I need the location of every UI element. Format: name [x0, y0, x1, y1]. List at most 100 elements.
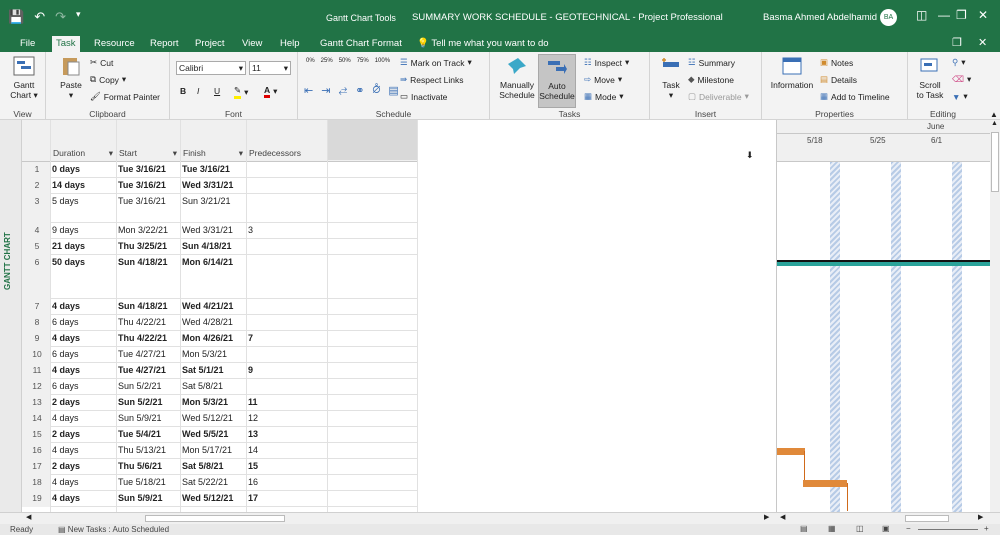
font-name-input[interactable]: Calibri ▾	[176, 61, 246, 75]
table-row[interactable]: 94 days Thu 4/22/21 Mon 4/26/21 7	[22, 331, 417, 347]
duration-cell[interactable]: 4 days	[50, 363, 116, 379]
start-cell[interactable]: Tue 3/16/21	[116, 194, 180, 223]
duration-cell[interactable]: 2 days	[50, 427, 116, 443]
close-icon[interactable]: ✕	[978, 8, 988, 22]
duration-cell[interactable]: 4 days	[50, 331, 116, 347]
finish-cell[interactable]: Sun 3/21/21	[180, 194, 246, 223]
finish-cell[interactable]: Mon 5/3/21	[180, 347, 246, 363]
predecessors-cell[interactable]	[246, 255, 336, 299]
chevron-down-icon[interactable]: ▾	[109, 146, 113, 160]
finish-cell[interactable]: Wed 5/5/21	[180, 427, 246, 443]
scroll-left-icon[interactable]: ◀	[26, 513, 31, 521]
gantt-chart-button[interactable]: Gantt Chart ▾	[8, 56, 40, 100]
split-icon[interactable]: ⥄	[338, 84, 347, 97]
table-row[interactable]: 11 4 days Tue 4/27/21 Sat 5/1/21 9	[22, 363, 417, 379]
finish-cell[interactable]: Sat 5/1/21	[180, 363, 246, 379]
start-cell[interactable]: Tue 3/16/21	[116, 178, 180, 194]
table-row[interactable]: 19 4 days Sun 5/9/21 Wed 5/12/21 17	[22, 491, 417, 507]
table-row[interactable]: 18 4 days Tue 5/18/21 Sat 5/22/21 16	[22, 475, 417, 491]
finish-cell[interactable]: Mon 5/3/21	[180, 395, 246, 411]
vertical-scrollbar[interactable]: ▲	[990, 120, 1000, 512]
duration-cell[interactable]: 50 days	[50, 255, 116, 299]
table-row[interactable]: 2 14 days Tue 3/16/21 Wed 3/31/21	[22, 178, 417, 194]
font-color-button[interactable]: A ▾	[264, 85, 277, 98]
move-button[interactable]: ⇨ Move ▾	[584, 74, 622, 85]
start-cell[interactable]: Thu 4/22/21	[116, 331, 180, 347]
column-header-finish[interactable]: Finish ▾	[180, 146, 246, 160]
scroll-to-task-button[interactable]: Scroll to Task	[912, 56, 948, 100]
auto-schedule-button[interactable]: Auto Schedule	[538, 54, 576, 108]
start-cell[interactable]: Sun 5/2/21	[116, 395, 180, 411]
customize-qat-icon[interactable]: ▾	[76, 9, 81, 25]
column-header-start[interactable]: Start ▾	[116, 146, 180, 160]
unlink-icon[interactable]: ⦲	[372, 84, 380, 97]
indent-icon[interactable]: ⇥	[321, 84, 330, 97]
predecessors-cell[interactable]	[246, 178, 336, 194]
close-window-icon[interactable]: ✕	[978, 36, 987, 49]
predecessors-cell[interactable]: 17	[246, 491, 336, 507]
zoom-out-icon[interactable]: −	[906, 524, 911, 533]
scroll-right-icon[interactable]: ▶	[764, 513, 769, 521]
new-tasks-mode[interactable]: ▤ New Tasks : Auto Scheduled	[58, 525, 169, 534]
pct-0-button[interactable]: 0%	[306, 58, 315, 64]
insert-task-button[interactable]: Task ▾	[656, 56, 686, 100]
pct-100-button[interactable]: 100%	[375, 58, 390, 64]
finish-cell[interactable]: Sat 5/8/21	[180, 379, 246, 395]
redo-icon[interactable]: ↷	[55, 9, 66, 25]
table-row[interactable]: 12 6 days Sun 5/2/21 Sat 5/8/21	[22, 379, 417, 395]
predecessors-cell[interactable]: 7	[246, 331, 336, 347]
duration-cell[interactable]: 2 days	[50, 459, 116, 475]
tab-resource[interactable]: Resource	[90, 36, 139, 52]
manually-schedule-button[interactable]: Manually Schedule	[496, 56, 538, 100]
finish-cell[interactable]: Wed 5/12/21	[180, 491, 246, 507]
duration-cell[interactable]: 4 days	[50, 443, 116, 459]
table-row[interactable]: 16 4 days Thu 5/13/21 Mon 5/17/21 14	[22, 443, 417, 459]
predecessors-cell[interactable]: 13	[246, 427, 336, 443]
finish-cell[interactable]: Wed 4/28/21	[180, 315, 246, 331]
ribbon-display-icon[interactable]: ◫	[916, 8, 927, 22]
predecessors-cell[interactable]: 11	[246, 395, 336, 411]
tab-help[interactable]: Help	[276, 36, 304, 52]
font-size-input[interactable]: 11 ▾	[249, 61, 291, 75]
predecessors-cell[interactable]: 3	[246, 223, 336, 239]
undo-icon[interactable]: ↶	[34, 9, 45, 25]
collapse-ribbon-icon[interactable]: ▲	[990, 110, 998, 119]
outdent-icon[interactable]: ⇤	[304, 84, 313, 97]
start-cell[interactable]: Thu 5/6/21	[116, 459, 180, 475]
chevron-down-icon[interactable]: ▾	[173, 146, 177, 160]
start-cell[interactable]: Mon 3/22/21	[116, 223, 180, 239]
milestone-button[interactable]: ◆ Milestone	[688, 74, 734, 85]
duration-cell[interactable]: 2 days	[50, 395, 116, 411]
paste-button[interactable]: Paste ▾	[56, 56, 86, 100]
zoom-in-icon[interactable]: +	[984, 524, 989, 533]
task-usage-icon[interactable]: ▦	[828, 524, 836, 533]
deliverable-button[interactable]: ▢ Deliverable ▾	[688, 91, 749, 102]
predecessors-cell[interactable]: 16	[246, 475, 336, 491]
duration-cell[interactable]: 6 days	[50, 379, 116, 395]
empty-sheet-area[interactable]	[417, 120, 775, 512]
table-row[interactable]: 35 days Tue 3/16/21 Sun 3/21/21	[22, 194, 417, 223]
information-button[interactable]: Information	[768, 56, 816, 90]
chart-scroll-thumb[interactable]	[905, 515, 949, 522]
summary-button[interactable]: ☳ Summary	[688, 57, 735, 68]
format-painter-button[interactable]: 🖌 Format Painter	[90, 91, 160, 102]
table-row[interactable]: 15 2 days Tue 5/4/21 Wed 5/5/21 13	[22, 427, 417, 443]
chart-scroll-right-icon[interactable]: ▶	[978, 513, 983, 521]
duration-cell[interactable]: 4 days	[50, 299, 116, 315]
finish-cell[interactable]: Wed 3/31/21	[180, 178, 246, 194]
start-cell[interactable]: Tue 4/27/21	[116, 347, 180, 363]
task-bar[interactable]	[803, 480, 847, 487]
start-cell[interactable]: Thu 3/25/21	[116, 239, 180, 255]
add-new-column[interactable]	[327, 120, 417, 160]
table-row[interactable]: 5 21 days Thu 3/25/21 Sun 4/18/21	[22, 239, 417, 255]
summary-task-bar[interactable]	[777, 260, 991, 266]
tab-project[interactable]: Project	[191, 36, 229, 52]
bold-button[interactable]: B	[180, 86, 186, 96]
table-row[interactable]: 14 4 days Sun 5/9/21 Wed 5/12/21 12	[22, 411, 417, 427]
start-cell[interactable]: Thu 4/22/21	[116, 315, 180, 331]
pct-25-button[interactable]: 25%	[321, 58, 333, 64]
sheet-scroll-thumb[interactable]	[145, 515, 285, 522]
restore-window-icon[interactable]: ❐	[952, 36, 962, 49]
start-cell[interactable]: Tue 5/4/21	[116, 427, 180, 443]
tell-me-search[interactable]: 💡 Tell me what you want to do	[417, 36, 549, 51]
